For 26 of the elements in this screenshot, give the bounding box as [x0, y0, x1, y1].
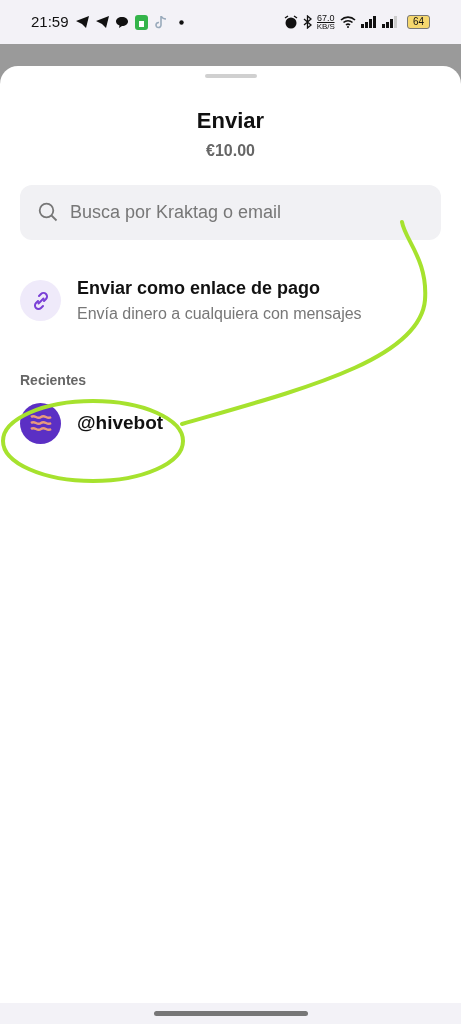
amount: €10.00 — [206, 141, 255, 161]
bluetooth-icon — [302, 15, 312, 29]
contact-handle[interactable]: @hivebot — [77, 409, 164, 438]
alarm-clock-icon — [283, 15, 298, 29]
section-heading: Recientes — [20, 371, 88, 390]
avatar — [20, 403, 61, 444]
dot-icon — [178, 19, 184, 25]
chat-bubble-icon — [115, 16, 128, 28]
battery-level: 64 — [406, 15, 430, 29]
clock-time: 21:59 — [31, 11, 69, 32]
search-icon — [38, 202, 58, 222]
app-icon — [134, 14, 148, 30]
payment-link-title[interactable]: Enviar como enlace de pago — [77, 275, 362, 302]
signal-icon — [360, 16, 377, 28]
drag-handle[interactable] — [204, 74, 257, 78]
payment-link-subtitle: Envía dinero a cualquiera con mensajes — [77, 304, 362, 324]
sheet-title: Enviar — [196, 107, 265, 135]
music-note-icon — [154, 15, 166, 29]
home-indicator[interactable] — [153, 1011, 308, 1016]
speed-unit: KB/S — [316, 22, 335, 31]
search-field[interactable]: Busca por Kraktag o email — [20, 185, 441, 240]
paper-plane-icon — [95, 16, 109, 28]
paper-plane-icon — [75, 16, 89, 28]
network-speed: 67.0 — [317, 13, 335, 23]
wifi-icon — [339, 16, 356, 28]
signal-icon — [381, 16, 398, 28]
